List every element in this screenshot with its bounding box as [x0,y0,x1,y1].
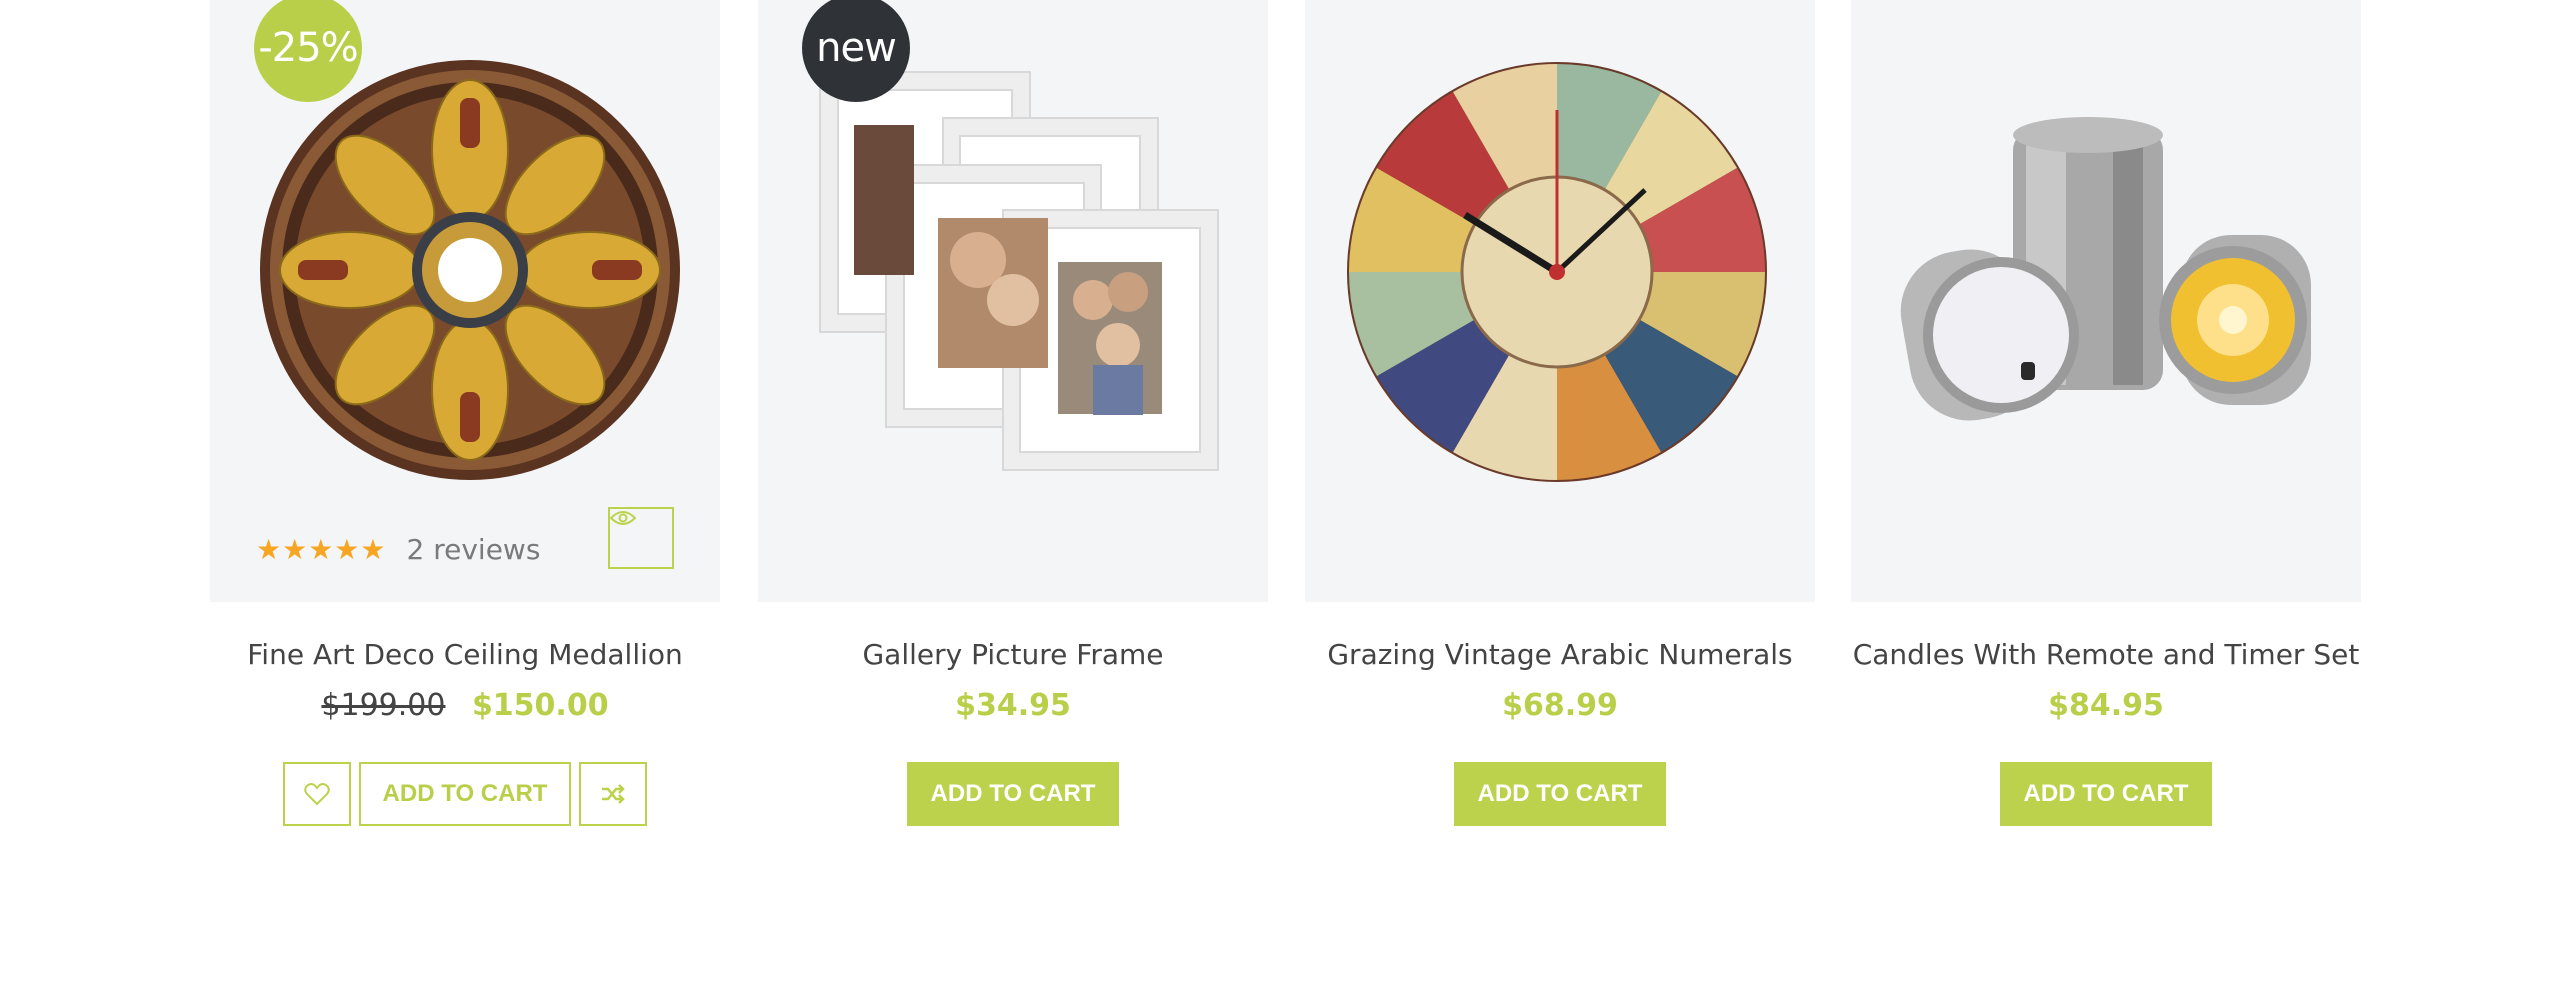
product-actions: ADD TO CART [1851,762,2361,826]
price: $150.00 [471,688,609,723]
product-title[interactable]: Candles With Remote and Timer Set [1831,638,2381,671]
product-card: -25% ★★★★★ 2 reviews Fine Art Deco Ceili… [210,0,720,840]
price-row: $68.99 [1305,688,1815,723]
product-card: Grazing Vintage Arabic Numerals $68.99 A… [1305,0,1815,840]
product-image-box[interactable]: new [758,0,1268,602]
product-card: new Gallery Picture Frame $34.95 ADD TO … [758,0,1268,840]
star-rating-icon: ★★★★★ [256,533,387,565]
product-card: Candles With Remote and Timer Set $84.95… [1851,0,2361,840]
product-image-box[interactable]: -25% ★★★★★ 2 reviews [210,0,720,602]
add-to-cart-button[interactable]: ADD TO CART [359,762,571,826]
product-title[interactable]: Gallery Picture Frame [738,638,1288,671]
product-grid: -25% ★★★★★ 2 reviews Fine Art Deco Ceili… [0,0,2560,1000]
product-title[interactable]: Grazing Vintage Arabic Numerals [1285,638,1835,671]
price: $84.95 [2048,688,2164,723]
product-actions: ADD TO CART [210,762,720,826]
heart-icon [304,783,330,806]
price-row: $84.95 [1851,688,2361,723]
reviews-count[interactable]: 2 reviews [407,533,541,566]
add-to-cart-button[interactable]: ADD TO CART [2000,762,2212,826]
shuffle-icon [602,784,625,804]
wishlist-button[interactable] [283,762,351,826]
price-row: $34.95 [758,688,1268,723]
product-actions: ADD TO CART [758,762,1268,826]
compare-button[interactable] [579,762,647,826]
quick-view-button[interactable] [608,507,674,569]
old-price: $199.00 [321,688,446,723]
rating: ★★★★★ 2 reviews [256,529,540,569]
price-row: $199.00 $150.00 [210,688,720,723]
product-actions: ADD TO CART [1305,762,1815,826]
price: $68.99 [1502,688,1618,723]
eye-icon [610,511,636,525]
candles-image [1900,117,2311,421]
product-title[interactable]: Fine Art Deco Ceiling Medallion [190,638,740,671]
product-image-box[interactable] [1305,0,1815,602]
vintage-clock-image [1347,62,1767,482]
add-to-cart-button[interactable]: ADD TO CART [907,762,1119,826]
add-to-cart-button[interactable]: ADD TO CART [1454,762,1666,826]
price: $34.95 [955,688,1071,723]
product-image-box[interactable] [1851,0,2361,602]
